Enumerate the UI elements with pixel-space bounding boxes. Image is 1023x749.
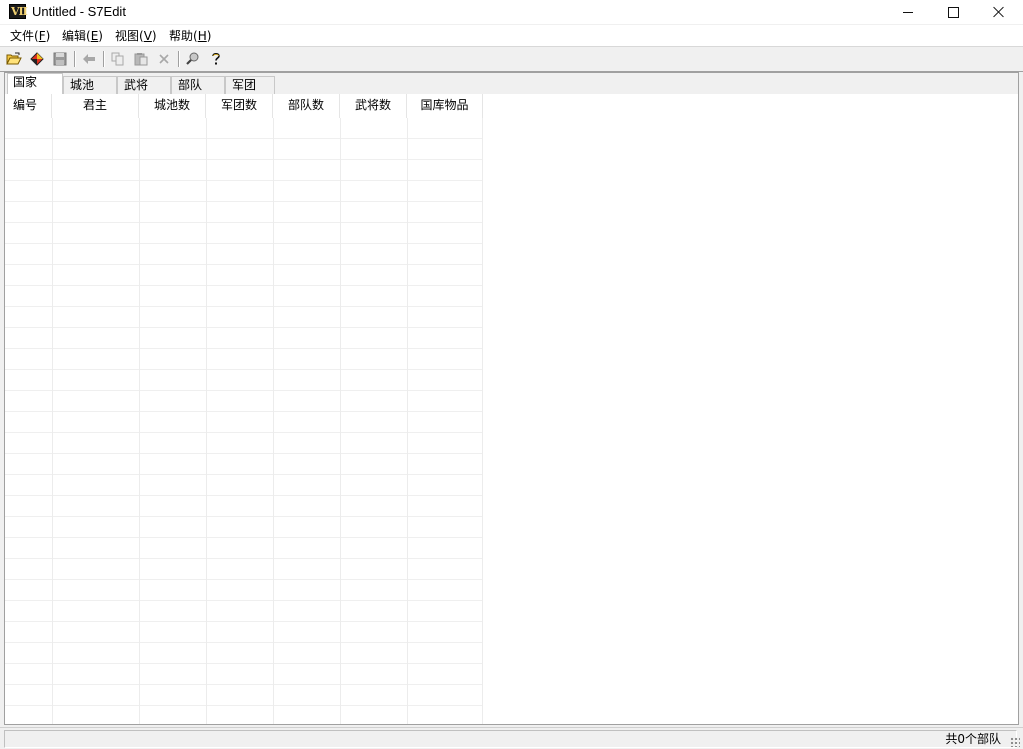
column-divider (273, 118, 274, 724)
menu-edit-end: ) (98, 29, 103, 43)
menu-edit[interactable]: 编辑(E) (62, 29, 103, 43)
menu-file[interactable]: 文件(F) (10, 29, 50, 43)
country-list[interactable]: 编号 君主 城池数 军团数 部队数 武将数 国库物品 (5, 94, 1018, 724)
delete-button[interactable] (154, 50, 174, 68)
toolbar-separator (178, 51, 180, 67)
toolbar-separator (74, 51, 76, 67)
copy-button[interactable] (108, 50, 128, 68)
tab-legions-label: 军团 (232, 78, 257, 92)
tab-cities[interactable]: 城池 (63, 76, 117, 94)
load-icon (30, 52, 44, 66)
window-title: Untitled - S7Edit (32, 4, 126, 19)
maximize-icon (947, 6, 959, 18)
menu-bar: 文件(F) 编辑(E) 视图(V) 帮助(H) (0, 25, 1023, 46)
minimize-button[interactable] (885, 0, 931, 24)
column-header-city-count[interactable]: 城池数 (139, 94, 206, 118)
paste-button[interactable] (131, 50, 151, 68)
delete-icon (159, 54, 169, 64)
back-button[interactable] (79, 50, 99, 68)
menu-help-end: ) (206, 29, 212, 43)
app-icon-glyph: Ⅶ (11, 5, 28, 18)
close-icon (993, 6, 1005, 18)
back-icon (83, 54, 95, 64)
empty-grid-rows (5, 118, 483, 724)
tab-country-label: 国家 (13, 75, 38, 89)
paste-icon (134, 53, 148, 66)
tab-generals-label: 武将 (124, 78, 149, 92)
minimize-icon (903, 11, 913, 13)
menu-file-label: 文件( (10, 29, 39, 43)
column-divider (206, 118, 207, 724)
menu-file-accel: F (38, 29, 46, 43)
help-icon (212, 52, 220, 65)
column-divider (139, 118, 140, 724)
column-header-treasury-items[interactable]: 国库物品 (407, 94, 483, 118)
app-icon[interactable]: Ⅶ (9, 4, 28, 19)
save-icon (53, 52, 67, 66)
column-divider (52, 118, 53, 724)
tab-legions[interactable]: 军团 (225, 76, 275, 94)
menu-view-end: ) (151, 29, 157, 43)
column-divider (340, 118, 341, 724)
resize-grip-icon[interactable] (1010, 737, 1020, 747)
column-header-legion-count[interactable]: 军团数 (206, 94, 273, 118)
menu-view-label: 视图( (115, 29, 144, 43)
tab-troops-label: 部队 (178, 78, 203, 92)
close-button[interactable] (976, 0, 1022, 24)
column-divider (482, 118, 483, 724)
tab-country[interactable]: 国家 (7, 73, 63, 94)
app-window: Ⅶ Untitled - S7Edit 文件(F) 编辑(E) 视图(V) 帮助… (0, 0, 1023, 749)
status-text: 共0个部队 (945, 732, 1001, 746)
toolbar-separator (103, 51, 105, 67)
column-header-ruler[interactable]: 君主 (52, 94, 139, 118)
find-icon (186, 52, 199, 65)
column-divider (407, 118, 408, 724)
open-folder-icon (6, 52, 22, 65)
column-header-id[interactable]: 编号 (5, 94, 52, 118)
status-pane (4, 730, 1017, 748)
tab-cities-label: 城池 (70, 78, 95, 92)
menu-file-end: ) (45, 29, 51, 43)
toolbar (0, 47, 1023, 72)
column-header-troop-count[interactable]: 部队数 (273, 94, 340, 118)
menu-edit-label: 编辑( (62, 29, 91, 43)
title-bar[interactable]: Ⅶ Untitled - S7Edit (0, 0, 1023, 24)
save-button[interactable] (50, 50, 70, 68)
tab-strip: 国家 城池 武将 部队 军团 (5, 73, 1018, 94)
list-header: 编号 君主 城池数 军团数 部队数 武将数 国库物品 (5, 94, 1018, 118)
find-button[interactable] (183, 50, 203, 68)
status-bar: 共0个部队 (0, 727, 1023, 749)
open-button[interactable] (4, 50, 24, 68)
menu-help-label: 帮助( (169, 29, 198, 43)
copy-icon (111, 52, 124, 66)
menu-view-accel: V (143, 29, 152, 43)
maximize-button[interactable] (930, 0, 976, 24)
column-header-general-count[interactable]: 武将数 (340, 94, 407, 118)
tab-generals[interactable]: 武将 (117, 76, 171, 94)
tab-troops[interactable]: 部队 (171, 76, 225, 94)
help-button[interactable] (206, 50, 226, 68)
main-panel: 国家 城池 武将 部队 军团 编号 君主 城池数 军团数 部队数 武将数 国库物… (4, 72, 1019, 725)
menu-view[interactable]: 视图(V) (115, 29, 157, 43)
load-button[interactable] (27, 50, 47, 68)
menu-help-accel: H (197, 29, 207, 43)
menu-help[interactable]: 帮助(H) (169, 29, 211, 43)
